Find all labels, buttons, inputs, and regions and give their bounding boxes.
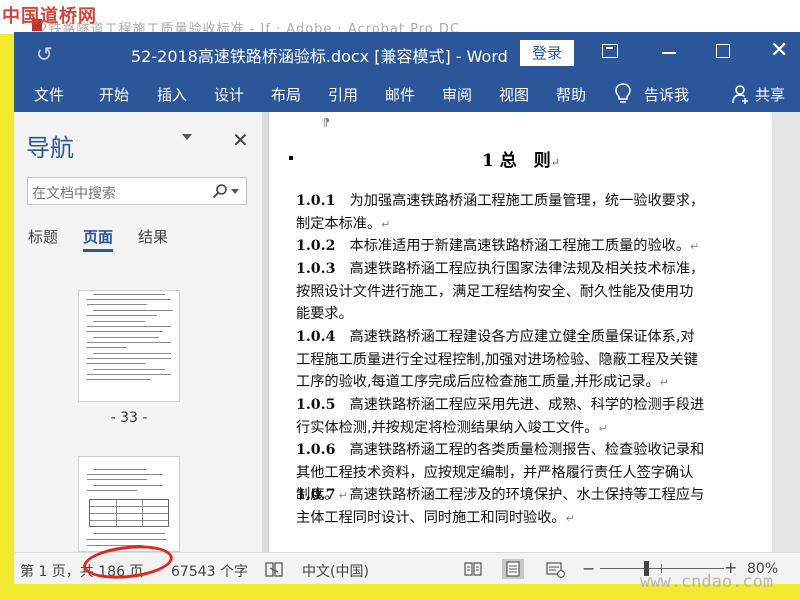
search-icon[interactable] (212, 183, 228, 199)
document-page[interactable]: ⁋ 1 总 则↵ 1.0.1 为加强高速铁路桥涵工程施工质量管理，统一验收要求，制… (268, 112, 772, 552)
watermark-bottom-right: www.cndao.com (640, 572, 774, 592)
share-button[interactable]: 共享 (755, 84, 785, 105)
zoom-out-button[interactable]: − (582, 559, 595, 578)
page-thumbnail-label: - 33 - (110, 410, 148, 426)
share-person-icon[interactable] (732, 84, 750, 104)
zoom-slider-track[interactable] (600, 568, 724, 569)
navigation-title: 导航 (26, 134, 74, 162)
paragraph: 1.0.3 高速铁路桥涵工程应执行国家法律法规及相关技术标准，按照设计文件进行施工… (296, 261, 705, 323)
minimize-icon[interactable] (662, 52, 676, 54)
maximize-icon[interactable] (716, 44, 730, 58)
web-layout-icon[interactable] (544, 559, 566, 579)
paragraph: 1.0.1 为加强高速铁路桥涵工程施工质量管理，统一验收要求，制定本标准。↵ (296, 193, 705, 232)
paragraph: 1.0.4 高速铁路桥涵工程建设各方应建立健全质量保证体系,对工程施工质量进行全过… (296, 329, 698, 391)
paragraph: 1.0.7 高速铁路桥涵工程涉及的环境保护、水土保持等工程应与主体工程同时设计、同… (296, 487, 705, 526)
nav-tab-results[interactable]: 结果 (138, 226, 168, 247)
navigation-close-icon[interactable]: ✕ (232, 128, 249, 152)
navigation-pane: 导航 ✕ 在文档中搜索 标题 页面 结果 - 33 - (14, 112, 268, 552)
tab-review[interactable]: 审阅 (442, 84, 472, 105)
paragraph: 1.0.5 高速铁路桥涵工程应采用先进、成熟、科学的检测手段进行实体检测,并按规定… (296, 397, 705, 436)
close-icon[interactable]: ✕ (770, 38, 788, 63)
document-area: ⁋ 1 总 则↵ 1.0.1 为加强高速铁路桥涵工程施工质量管理，统一验收要求，制… (268, 112, 800, 552)
thumbnail-table (89, 499, 169, 527)
tab-references[interactable]: 引用 (328, 84, 358, 105)
ribbon-display-options-icon[interactable] (602, 44, 618, 58)
text-cursor-mark: ⁋ (323, 116, 330, 129)
nav-tab-pages[interactable]: 页面 (83, 226, 113, 247)
background-window: 12铁路隧道工程施工质量验收标准 - If · Adobe · Acrobat … (0, 0, 800, 37)
read-mode-icon[interactable] (462, 559, 484, 579)
tab-layout[interactable]: 布局 (271, 84, 301, 105)
tab-insert[interactable]: 插入 (157, 84, 187, 105)
page-thumbnail[interactable] (78, 290, 180, 402)
login-button[interactable]: 登录 (520, 40, 574, 66)
tab-file[interactable]: 文件 (34, 84, 64, 105)
word-count-status[interactable]: 67543 个字 (171, 561, 248, 581)
watermark-top-left: 中国道桥网 (2, 6, 97, 27)
navigation-search-input[interactable]: 在文档中搜索 (27, 177, 247, 205)
tell-me-input[interactable]: 告诉我 (644, 84, 689, 105)
document-scrollbar[interactable] (786, 112, 800, 552)
nav-tab-headings[interactable]: 标题 (28, 226, 58, 247)
language-status[interactable]: 中文(中国) (302, 561, 369, 581)
search-placeholder: 在文档中搜索 (32, 186, 116, 202)
document-title: 52-2018高速铁路桥涵验标.docx [兼容模式] - Word (131, 47, 508, 66)
print-layout-icon[interactable] (502, 559, 524, 579)
search-dropdown-chevron-icon[interactable] (231, 189, 239, 194)
tab-view[interactable]: 视图 (499, 84, 529, 105)
tab-mailings[interactable]: 邮件 (385, 84, 415, 105)
title-bar: ↺ 52-2018高速铁路桥涵验标.docx [兼容模式] - Word 登录 … (14, 32, 800, 76)
word-window: ↺ 52-2018高速铁路桥涵验标.docx [兼容模式] - Word 登录 … (14, 32, 800, 584)
chapter-heading: 1 总 则↵ (482, 151, 560, 171)
tab-design[interactable]: 设计 (214, 84, 244, 105)
tab-home[interactable]: 开始 (99, 84, 129, 105)
tab-help[interactable]: 帮助 (556, 84, 586, 105)
nav-tab-active-indicator (83, 249, 113, 252)
autosave-icon[interactable]: ↺ (36, 42, 53, 66)
proofing-book-icon[interactable] (264, 560, 284, 578)
page-thumbnail[interactable] (78, 456, 180, 552)
ribbon-tabs: 文件 开始 插入 设计 布局 引用 邮件 审阅 视图 帮助 告诉我 共享 (14, 76, 800, 112)
navigation-options-chevron-icon[interactable] (182, 134, 192, 140)
paragraph: 1.0.2 本标准适用于新建高速铁路桥涵工程施工质量的验收。↵ (296, 238, 700, 254)
lightbulb-icon[interactable] (614, 82, 632, 106)
